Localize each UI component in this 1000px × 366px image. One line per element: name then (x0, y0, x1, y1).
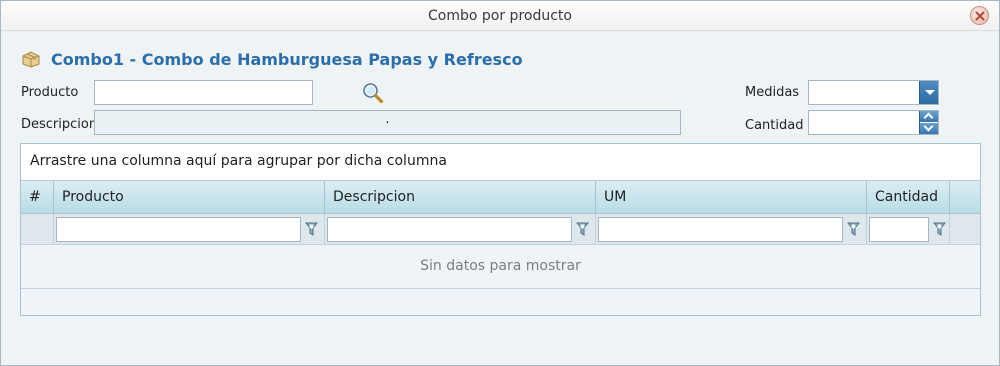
window-title: Combo por producto (428, 8, 572, 24)
filter-cell-number (21, 214, 54, 245)
cantidad-label: Cantidad (745, 118, 804, 133)
spin-up-button[interactable] (920, 111, 938, 122)
medidas-select[interactable] (808, 80, 939, 105)
page-heading: Combo1 - Combo de Hamburguesa Papas y Re… (21, 49, 523, 69)
filter-descripcion-input[interactable] (327, 217, 572, 242)
descripcion-field: . (94, 110, 681, 135)
column-header-descripcion[interactable]: Descripcion (325, 181, 596, 214)
filter-icon[interactable] (305, 222, 318, 237)
grid-header-row: # Producto Descripcion UM Cantidad (21, 181, 980, 214)
content-area: Combo1 - Combo de Hamburguesa Papas y Re… (1, 32, 999, 365)
filter-cell-cantidad (867, 214, 950, 245)
filter-cell-descripcion (325, 214, 596, 245)
close-button[interactable] (970, 6, 989, 25)
filter-icon[interactable] (576, 222, 589, 237)
column-header-cantidad[interactable]: Cantidad (867, 181, 950, 214)
producto-label: Producto (21, 85, 79, 100)
descripcion-label: Descripcion (21, 117, 98, 132)
cantidad-spin-buttons (919, 111, 938, 134)
close-icon (975, 11, 985, 21)
column-header-number[interactable]: # (21, 181, 54, 214)
filter-cantidad-input[interactable] (869, 217, 929, 242)
filter-cell-producto (54, 214, 325, 245)
filter-icon[interactable] (847, 222, 860, 237)
filter-row (21, 214, 980, 245)
filter-producto-input[interactable] (56, 217, 301, 242)
descripcion-value: . (385, 112, 390, 127)
cantidad-spinner[interactable] (808, 110, 939, 135)
heading-title: Combo1 - Combo de Hamburguesa Papas y Re… (51, 49, 523, 69)
producto-input[interactable] (94, 80, 313, 105)
box-icon (22, 51, 40, 68)
search-icon[interactable] (362, 82, 384, 104)
column-header-um[interactable]: UM (596, 181, 867, 214)
filter-um-input[interactable] (598, 217, 843, 242)
filter-cell-um (596, 214, 867, 245)
combo-grid: Arrastre una columna aquí para agrupar p… (20, 143, 981, 316)
combo-window: Combo por producto Combo1 - Combo de Ham… (0, 0, 1000, 366)
empty-data-row: Sin datos para mostrar (21, 245, 980, 289)
medidas-dropdown-button[interactable] (919, 81, 938, 104)
column-header-producto[interactable]: Producto (54, 181, 325, 214)
group-panel[interactable]: Arrastre una columna aquí para agrupar p… (21, 144, 980, 181)
medidas-label: Medidas (745, 85, 800, 100)
column-header-spacer (950, 181, 980, 214)
spin-down-button[interactable] (920, 123, 938, 134)
title-bar[interactable]: Combo por producto (1, 1, 999, 31)
filter-icon[interactable] (933, 222, 946, 237)
